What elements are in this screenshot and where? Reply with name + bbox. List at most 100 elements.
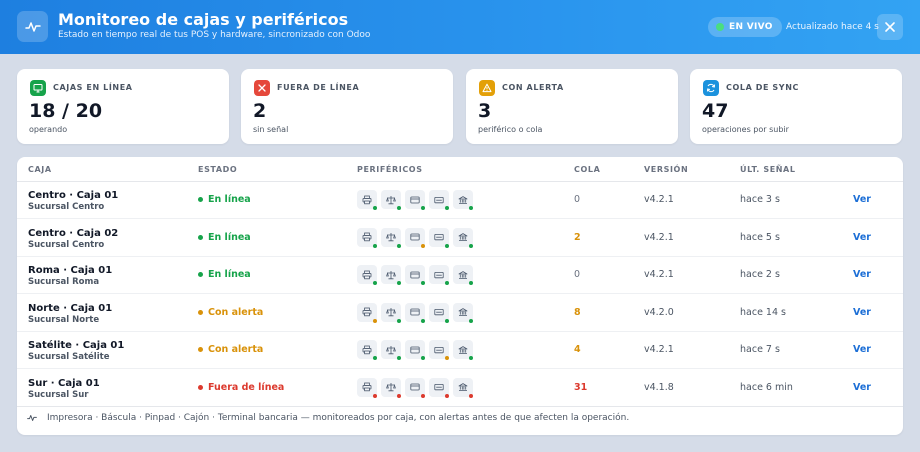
peripheral-status-dot	[421, 318, 425, 323]
column-header-cola: COLA	[574, 165, 601, 174]
terminal-icon[interactable]	[453, 265, 473, 285]
drawer-icon[interactable]	[429, 377, 449, 398]
peripheral-status-dot	[445, 318, 449, 323]
live-dot-icon	[716, 23, 724, 31]
page-subtitle: Estado en tiempo real de tus POS y hardw…	[58, 30, 371, 40]
peripheral-status-dot	[421, 243, 425, 248]
scale-icon[interactable]	[381, 190, 401, 210]
view-button[interactable]: Ver	[853, 307, 871, 318]
scale-icon[interactable]	[381, 227, 401, 248]
status-dot-icon	[198, 384, 203, 390]
peripheral-status-dot	[397, 356, 401, 360]
table-row: Satélite · Caja 01 Sucursal Satélite Con a…	[17, 332, 903, 369]
close-button[interactable]	[877, 14, 903, 40]
column-header-caja: CAJA	[28, 165, 52, 174]
pinpad-icon[interactable]	[405, 302, 425, 323]
table-row: Norte · Caja 01 Sucursal Norte Con alerta 8…	[17, 295, 903, 332]
card-online: CAJAS EN LÍNEA 18 / 20 operando	[17, 69, 229, 144]
printer-icon[interactable]	[357, 377, 377, 398]
terminal-icon[interactable]	[453, 190, 473, 210]
terminal-icon[interactable]	[453, 377, 473, 398]
card-sync-queue: COLA DE SYNC 47 operaciones por subir	[690, 69, 902, 144]
card-label: COLA DE SYNC	[726, 83, 799, 92]
pos-branch: Sucursal Satélite	[28, 352, 110, 362]
scale-icon[interactable]	[381, 340, 401, 360]
peripheral-status-dot	[445, 243, 449, 248]
peripheral-status-dot	[397, 318, 401, 323]
status-badge: Fuera de línea	[198, 382, 284, 393]
peripheral-status-dot	[421, 281, 425, 285]
drawer-icon[interactable]	[429, 190, 449, 210]
table-row: Centro · Caja 01 Sucursal Centro En línea 0…	[17, 182, 903, 219]
view-button[interactable]: Ver	[853, 382, 871, 393]
column-header-perifericos: PERIFÉRICOS	[357, 165, 423, 174]
pos-branch: Sucursal Roma	[28, 277, 100, 287]
printer-icon[interactable]	[357, 190, 377, 210]
printer-icon[interactable]	[357, 302, 377, 323]
peripheral-status-dot	[397, 393, 401, 398]
terminal-icon[interactable]	[453, 302, 473, 323]
peripheral-status-dot	[373, 243, 377, 248]
status-dot-icon	[198, 197, 203, 202]
card-caption: periférico o cola	[478, 125, 543, 134]
pos-branch: Sucursal Norte	[28, 314, 100, 325]
monitor-icon	[30, 80, 46, 96]
column-header-version: VERSIÓN	[644, 165, 689, 174]
drawer-icon[interactable]	[429, 265, 449, 285]
printer-icon[interactable]	[357, 227, 377, 248]
peripherals-group	[357, 340, 473, 360]
peripheral-status-dot	[469, 393, 473, 398]
peripheral-status-dot	[469, 206, 473, 210]
queue-count: 4	[574, 344, 581, 355]
pinpad-icon[interactable]	[405, 190, 425, 210]
sync-icon	[703, 80, 719, 96]
peripheral-status-dot	[445, 393, 449, 398]
drawer-icon[interactable]	[429, 340, 449, 360]
queue-count: 0	[574, 194, 581, 205]
terminal-icon[interactable]	[453, 227, 473, 248]
card-value: 2	[253, 100, 267, 122]
queue-count: 2	[574, 231, 581, 243]
peripheral-status-dot	[397, 281, 401, 285]
status-dot-icon	[198, 347, 203, 352]
status-dot-icon	[198, 234, 203, 240]
status-badge: Con alerta	[198, 307, 263, 318]
version: v4.2.1	[644, 231, 674, 243]
card-caption: sin señal	[253, 125, 289, 134]
terminal-icon[interactable]	[453, 340, 473, 360]
pos-name: Centro · Caja 01	[28, 190, 119, 201]
pulse-icon	[27, 415, 37, 421]
version: v4.1.8	[644, 381, 674, 393]
pinpad-icon[interactable]	[405, 265, 425, 285]
scale-icon[interactable]	[381, 302, 401, 323]
peripheral-status-dot	[445, 356, 449, 360]
view-button[interactable]: Ver	[853, 194, 871, 205]
pos-branch: Sucursal Centro	[28, 239, 105, 250]
scale-icon[interactable]	[381, 265, 401, 285]
view-button[interactable]: Ver	[853, 269, 871, 280]
card-caption: operando	[29, 125, 68, 134]
pinpad-icon[interactable]	[405, 340, 425, 360]
drawer-icon[interactable]	[429, 302, 449, 323]
version: v4.2.1	[644, 344, 674, 355]
close-icon	[885, 22, 895, 32]
peripheral-status-dot	[469, 318, 473, 323]
footer-text: Impresora · Báscula · Pinpad · Cajón · T…	[47, 413, 630, 423]
printer-icon[interactable]	[357, 340, 377, 360]
card-label: FUERA DE LÍNEA	[277, 83, 360, 92]
printer-icon[interactable]	[357, 265, 377, 285]
scale-icon[interactable]	[381, 377, 401, 398]
status-label: En línea	[208, 231, 251, 243]
view-button[interactable]: Ver	[853, 232, 871, 243]
pinpad-icon[interactable]	[405, 227, 425, 248]
peripherals-group	[357, 227, 473, 248]
queue-count: 31	[574, 381, 588, 393]
status-label: En línea	[208, 194, 251, 205]
status-label: Con alerta	[208, 344, 264, 355]
pulse-icon	[17, 11, 48, 42]
peripheral-status-dot	[373, 356, 377, 360]
drawer-icon[interactable]	[429, 227, 449, 248]
last-signal: hace 6 min	[740, 381, 793, 393]
view-button[interactable]: Ver	[853, 344, 871, 355]
pinpad-icon[interactable]	[405, 377, 425, 398]
